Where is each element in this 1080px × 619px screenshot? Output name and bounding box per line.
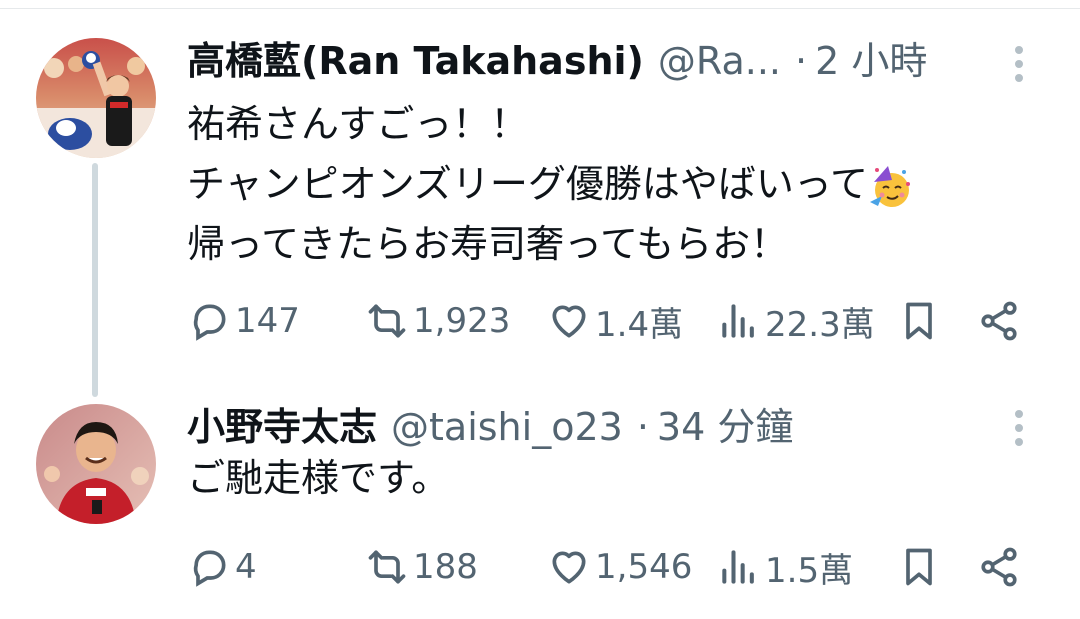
like-button[interactable]: 1,546 — [547, 542, 692, 592]
share-button[interactable] — [977, 296, 1021, 346]
reply-button[interactable]: 147 — [187, 296, 300, 346]
action-bar: 4 188 1,546 1.5萬 — [187, 542, 1067, 592]
bookmark-icon — [906, 548, 932, 586]
avatar[interactable] — [36, 38, 156, 158]
like-count: 1.4萬 — [595, 304, 684, 345]
speech-bubble-icon — [193, 550, 226, 587]
retweet-button[interactable]: 1,923 — [365, 296, 510, 346]
reply-count: 4 — [235, 547, 257, 587]
reply-button[interactable]: 4 — [187, 542, 257, 592]
tweet[interactable]: 小野寺太志 @taishi_o23 · 34 分鐘 ご馳走様です。 4 188 … — [0, 390, 1080, 619]
separator: · — [795, 39, 808, 83]
separator: · — [636, 405, 649, 449]
bookmark-icon — [906, 302, 932, 340]
user-handle[interactable]: @Ra... — [658, 38, 781, 84]
retweet-count: 188 — [413, 547, 478, 587]
speech-bubble-icon — [193, 304, 226, 341]
tweet-line: 帰ってきたらお寿司奢ってもらお！ — [187, 222, 789, 266]
bookmark-button[interactable] — [897, 296, 941, 346]
thread-line — [92, 163, 98, 397]
avatar[interactable] — [36, 404, 156, 524]
user-handle[interactable]: @taishi_o23 — [391, 404, 623, 450]
views-button[interactable]: 22.3萬 — [717, 296, 875, 346]
more-vertical-icon[interactable] — [1008, 410, 1030, 446]
tweet-header: 高橋藍(Ran Takahashi) @Ra... · 2 小時 — [187, 38, 970, 84]
display-name[interactable]: 高橋藍(Ran Takahashi) — [187, 38, 644, 84]
like-count: 1,546 — [595, 547, 693, 587]
display-name[interactable]: 小野寺太志 — [187, 404, 377, 450]
reply-count: 147 — [235, 301, 300, 341]
view-count: 22.3萬 — [765, 304, 875, 345]
tweet-line: ご馳走様です。 — [187, 456, 450, 500]
retweet-button[interactable]: 188 — [365, 542, 478, 592]
share-icon — [981, 547, 1017, 587]
action-bar: 147 1,923 1.4萬 22.3萬 — [187, 296, 1067, 346]
tweet-line: チャンピオンズリーグ優勝はやばいって — [187, 154, 1020, 214]
retweet-arrows-icon — [368, 550, 406, 584]
bar-chart-icon — [722, 304, 754, 338]
timestamp[interactable]: 2 小時 — [815, 38, 927, 84]
timestamp[interactable]: 34 分鐘 — [657, 404, 793, 450]
tweet[interactable]: 高橋藍(Ran Takahashi) @Ra... · 2 小時 祐希さんすごっ… — [0, 0, 1080, 397]
heart-icon — [552, 305, 586, 338]
retweet-count: 1,923 — [413, 301, 511, 341]
retweet-arrows-icon — [368, 304, 406, 338]
partying-face-icon — [869, 165, 910, 207]
like-button[interactable]: 1.4萬 — [547, 296, 683, 346]
views-button[interactable]: 1.5萬 — [717, 542, 853, 592]
tweet-text: 祐希さんすごっ！！ チャンピオンズリーグ優勝はやばいって 帰ってきたらお寿司奢っ… — [187, 94, 1020, 274]
more-vertical-icon[interactable] — [1008, 46, 1030, 82]
bookmark-button[interactable] — [897, 542, 941, 592]
share-icon — [981, 301, 1017, 341]
bar-chart-icon — [722, 550, 754, 584]
view-count: 1.5萬 — [765, 550, 854, 591]
heart-icon — [552, 551, 586, 584]
share-button[interactable] — [977, 542, 1021, 592]
tweet-text: ご馳走様です。 — [187, 448, 1020, 508]
tweet-line: 祐希さんすごっ！！ — [187, 102, 529, 146]
tweet-header: 小野寺太志 @taishi_o23 · 34 分鐘 — [187, 404, 970, 450]
